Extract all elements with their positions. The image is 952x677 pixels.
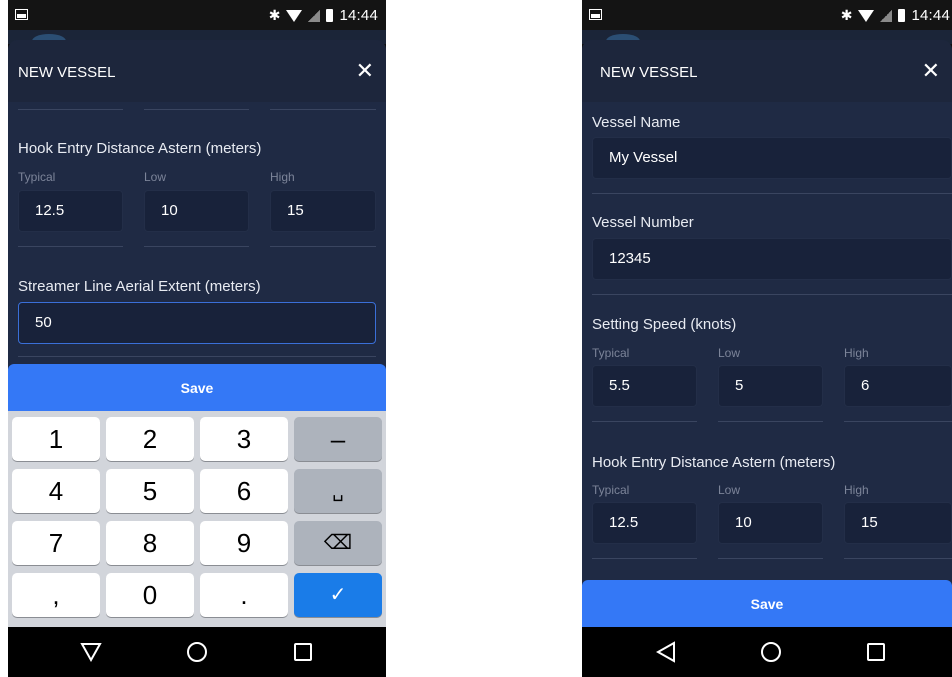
field-underline [270, 109, 376, 110]
typical-label: Typical [18, 170, 56, 184]
home-nav-icon[interactable] [187, 642, 207, 662]
high-label: High [844, 346, 869, 360]
high-label: High [844, 483, 869, 497]
battery-icon [898, 9, 906, 22]
key-2[interactable]: 2 [106, 417, 194, 461]
status-time: 14:44 [911, 7, 950, 24]
status-bar: ✱ 14:44 [8, 0, 386, 30]
space-key-icon[interactable]: ␣ [294, 469, 382, 513]
status-time: 14:44 [339, 7, 378, 24]
key-0[interactable]: 0 [106, 573, 194, 617]
key-4[interactable]: 4 [12, 469, 100, 513]
speed-low-input[interactable]: 5 [718, 365, 823, 407]
navigation-bar [8, 627, 386, 677]
field-underline [718, 558, 823, 559]
done-check-icon[interactable]: ✓ [294, 573, 382, 617]
key-6[interactable]: 6 [200, 469, 288, 513]
key-9[interactable]: 9 [200, 521, 288, 565]
back-nav-icon[interactable] [656, 641, 676, 663]
signal-icon [880, 9, 893, 22]
field-underline [844, 421, 952, 422]
navigation-bar [582, 627, 952, 677]
field-underline [718, 421, 823, 422]
field-underline [18, 246, 123, 247]
key-8[interactable]: 8 [106, 521, 194, 565]
speed-typical-input[interactable]: 5.5 [592, 365, 697, 407]
sheet-header: NEW VESSEL ✕ [582, 40, 952, 102]
typical-label: Typical [592, 346, 630, 360]
recents-nav-icon[interactable] [867, 643, 885, 661]
typical-label: Typical [592, 483, 630, 497]
new-vessel-sheet: NEW VESSEL ✕ Vessel Name My Vessel Vesse… [582, 40, 952, 627]
sheet-header: NEW VESSEL ✕ [8, 40, 386, 102]
field-underline [844, 558, 952, 559]
key-5[interactable]: 5 [106, 469, 194, 513]
hook-low-input[interactable]: 10 [144, 190, 249, 232]
backspace-icon[interactable]: ⌫ [294, 521, 382, 565]
hook-typical-input[interactable]: 12.5 [592, 502, 697, 544]
streamer-line-input[interactable]: 50 [18, 302, 376, 344]
status-bar: ✱ 14:44 [582, 0, 952, 30]
key-comma[interactable]: , [12, 573, 100, 617]
high-label: High [270, 170, 295, 184]
field-underline [144, 109, 249, 110]
signal-icon [308, 9, 321, 22]
image-notification-icon [589, 9, 602, 20]
home-nav-icon[interactable] [761, 642, 781, 662]
left-phone-screen: ✱ 14:44 NEW VESSEL ✕ Hook Entry Distance… [8, 0, 386, 677]
right-phone-screen: ✱ 14:44 NEW VESSEL ✕ Vessel Name My Vess… [582, 0, 952, 677]
back-nav-icon[interactable] [80, 642, 102, 662]
numeric-keyboard: 1 2 3 – 4 5 6 ␣ 7 8 9 ⌫ , 0 . ✓ [8, 411, 386, 628]
field-underline [144, 246, 249, 247]
key-3[interactable]: 3 [200, 417, 288, 461]
low-label: Low [718, 346, 741, 360]
sheet-title: NEW VESSEL [18, 64, 116, 81]
low-label: Low [718, 483, 741, 497]
speed-high-input[interactable]: 6 [844, 365, 952, 407]
hook-entry-label: Hook Entry Distance Astern (meters) [592, 454, 836, 471]
wifi-icon [286, 9, 303, 22]
hook-entry-label: Hook Entry Distance Astern (meters) [18, 140, 262, 157]
bluetooth-icon: ✱ [840, 7, 853, 23]
field-underline [18, 109, 123, 110]
save-button[interactable]: Save [582, 580, 952, 627]
wifi-icon [858, 9, 875, 22]
hook-high-input[interactable]: 15 [270, 190, 376, 232]
field-underline [270, 246, 376, 247]
vessel-name-label: Vessel Name [592, 114, 681, 131]
bluetooth-icon: ✱ [268, 7, 281, 23]
field-underline [592, 193, 952, 194]
streamer-line-label: Streamer Line Aerial Extent (meters) [18, 278, 261, 295]
vessel-name-input[interactable]: My Vessel [592, 137, 952, 179]
field-underline [592, 294, 952, 295]
key-1[interactable]: 1 [12, 417, 100, 461]
sheet-title: NEW VESSEL [600, 64, 698, 81]
hook-typical-input[interactable]: 12.5 [18, 190, 123, 232]
hook-low-input[interactable]: 10 [718, 502, 823, 544]
field-underline [592, 421, 697, 422]
vessel-number-label: Vessel Number [592, 214, 694, 231]
save-button[interactable]: Save [8, 364, 386, 412]
setting-speed-label: Setting Speed (knots) [592, 316, 737, 333]
image-notification-icon [15, 9, 28, 20]
vessel-number-input[interactable]: 12345 [592, 238, 952, 280]
key-7[interactable]: 7 [12, 521, 100, 565]
close-icon[interactable]: ✕ [356, 60, 374, 82]
key-minus[interactable]: – [294, 417, 382, 461]
recents-nav-icon[interactable] [294, 643, 312, 661]
close-icon[interactable]: ✕ [922, 60, 940, 82]
hook-high-input[interactable]: 15 [844, 502, 952, 544]
field-underline [18, 356, 376, 357]
field-underline [592, 558, 697, 559]
battery-icon [326, 9, 334, 22]
key-period[interactable]: . [200, 573, 288, 617]
low-label: Low [144, 170, 167, 184]
